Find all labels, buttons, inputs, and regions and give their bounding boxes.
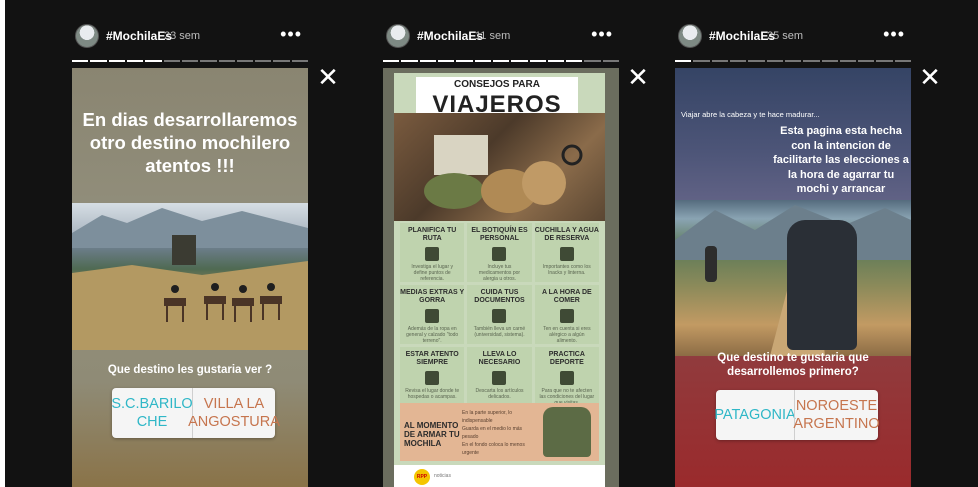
packing-instructions: En la parte superior, lo indispensable G… — [462, 410, 525, 456]
story-header: #MochilaEs 23 sem ••• — [72, 22, 308, 54]
close-icon[interactable]: ✕ — [625, 64, 651, 90]
story-time: 11 sem — [475, 30, 511, 42]
story-card[interactable]: En dias desarrollaremos otro destino moc… — [72, 68, 308, 487]
tip-card: LLEVA LO NECESARIO Descarta los artículos… — [467, 347, 532, 406]
story-headline: En dias desarrollaremos otro destino moc… — [82, 109, 298, 176]
tip-card: PLANIFICA TU RUTA Investiga el lugar y de… — [400, 223, 465, 282]
story-time: 23 sem — [164, 30, 201, 42]
poll-widget: S.C.BARILO CHE VILLA LA ANGOSTURA — [111, 388, 280, 438]
poll-option-b[interactable]: NOROESTE ARGENTINO — [793, 390, 879, 440]
tip-card: EL BOTIQUÍN ES PERSONAL Incluye tus medic… — [467, 223, 532, 282]
boots-and-map-photo — [394, 113, 605, 221]
story-header: #MochilaEs 11 sem ••• — [383, 22, 619, 54]
story-1[interactable]: #MochilaEs 23 sem ••• En dias desarrolla… — [72, 0, 309, 487]
exercise-icon — [559, 371, 574, 385]
map-icon — [425, 247, 440, 261]
infographic-subtitle: CONSEJOS PARA — [454, 79, 540, 90]
close-icon[interactable]: ✕ — [315, 64, 341, 90]
horse-riders-photo — [72, 203, 308, 350]
more-options-icon[interactable]: ••• — [280, 24, 302, 45]
tip-card: CUCHILLA Y AGUA DE RESERVA Importantes co… — [534, 223, 599, 282]
backpacker-figure — [787, 220, 857, 350]
footer-brand: noticias — [434, 473, 451, 479]
poll-question: Que destino te gustaria que desarrollemo… — [717, 352, 869, 378]
alert-icon — [425, 371, 440, 385]
username[interactable]: #MochilaEs — [417, 29, 483, 43]
hiker-figure — [705, 246, 717, 282]
poll-option-a[interactable]: PATAGONIA — [714, 390, 795, 440]
tip-card: PRACTICA DEPORTE Para que no te afecten l… — [534, 347, 599, 406]
backpack-icon — [543, 407, 591, 457]
infographic-footer: RPP noticias — [394, 465, 605, 487]
more-options-icon[interactable]: ••• — [883, 24, 905, 45]
avatar[interactable] — [386, 24, 410, 48]
poll-question: Que destino les gustaria ver ? — [107, 364, 273, 376]
bag-icon — [492, 371, 507, 385]
packing-section: AL MOMENTO DE ARMAR TU MOCHILA En la par… — [400, 403, 599, 461]
food-icon — [559, 309, 574, 323]
story-card[interactable]: CONSEJOS PARA VIAJEROS PLANIFICA TU RUTA… — [383, 68, 619, 487]
story-caption: Viajar abre la cabeza y te hace madurar.… — [681, 110, 820, 119]
tip-card: CUIDA TUS DOCUMENTOS También lleva un car… — [467, 285, 532, 344]
avatar[interactable] — [75, 24, 99, 48]
poll-option-b[interactable]: VILLA LA ANGOSTURA — [188, 388, 280, 438]
story-2[interactable]: #MochilaEs 11 sem ••• CONSEJOS PARA VIAJ… — [383, 0, 620, 487]
left-edge — [0, 0, 5, 487]
tips-grid: PLANIFICA TU RUTA Investiga el lugar y de… — [400, 223, 599, 406]
story-card[interactable]: Viajar abre la cabeza y te hace madurar.… — [675, 68, 911, 487]
close-icon[interactable]: ✕ — [917, 64, 943, 90]
story-time: 25 sem — [767, 30, 804, 42]
id-card-icon — [492, 309, 507, 323]
tip-card: ESTAR ATENTO SIEMPRE Revisa el lugar dond… — [400, 347, 465, 406]
progress-bar — [72, 60, 309, 62]
progress-bar — [675, 60, 912, 62]
water-bottle-icon — [559, 247, 574, 261]
packing-title: AL MOMENTO DE ARMAR TU MOCHILA — [404, 421, 460, 448]
story-3[interactable]: #MochilaEs 25 sem ••• Viajar abre la cab… — [675, 0, 912, 487]
more-options-icon[interactable]: ••• — [591, 24, 613, 45]
socks-icon — [425, 309, 440, 323]
username[interactable]: #MochilaEs — [709, 29, 775, 43]
story-description: Esta pagina esta hecha con la intencion … — [773, 125, 909, 195]
tip-card: MEDIAS EXTRAS Y GORRA Además de la ropa e… — [400, 285, 465, 344]
poll-option-a[interactable]: S.C.BARILO CHE — [111, 388, 192, 438]
travel-tips-infographic: CONSEJOS PARA VIAJEROS PLANIFICA TU RUTA… — [394, 73, 605, 487]
tip-card: A LA HORA DE COMER Ten en cuenta si eres … — [534, 285, 599, 344]
story-header: #MochilaEs 25 sem ••• — [675, 22, 911, 54]
poll-widget: PATAGONIA NOROESTE ARGENTINO — [714, 390, 880, 440]
first-aid-icon — [492, 247, 507, 261]
progress-bar — [383, 60, 620, 62]
avatar[interactable] — [678, 24, 702, 48]
rpp-logo: RPP — [414, 469, 430, 485]
username[interactable]: #MochilaEs — [106, 29, 172, 43]
